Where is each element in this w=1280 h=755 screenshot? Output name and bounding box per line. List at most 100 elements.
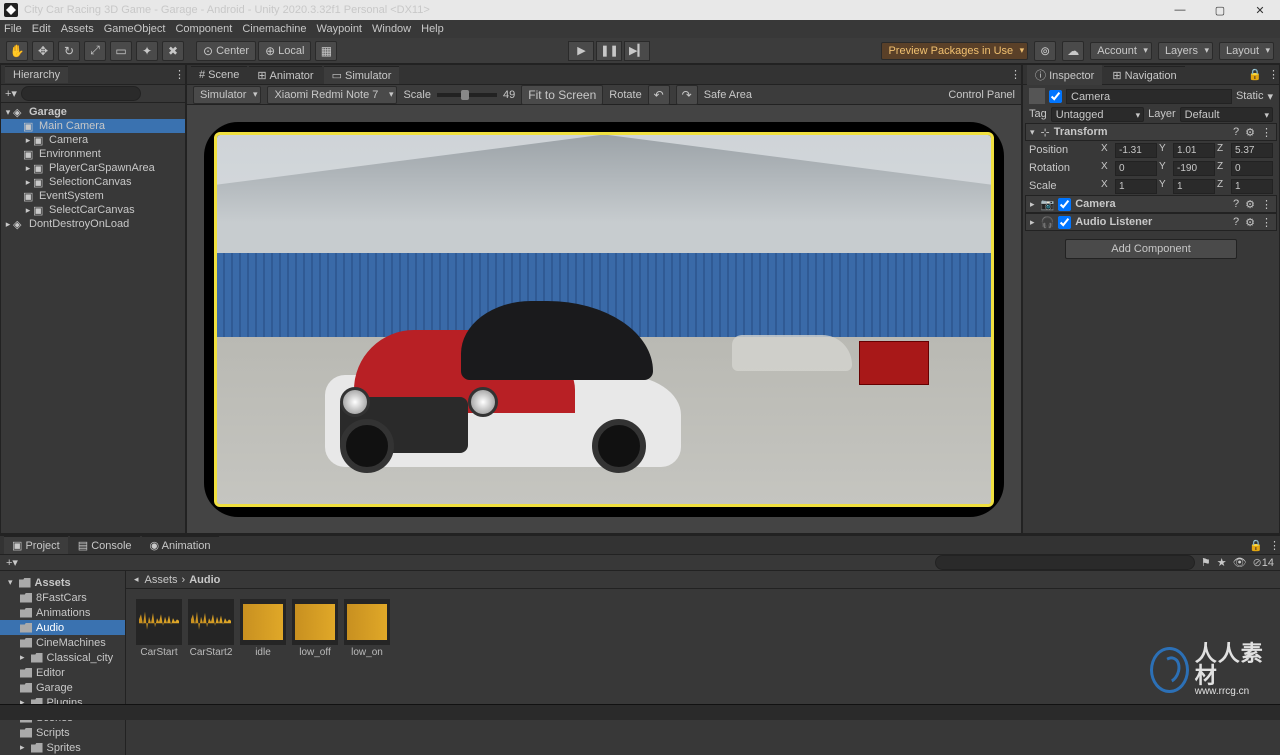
collab-icon[interactable]: ⊚ xyxy=(1034,41,1056,61)
hierarchy-item[interactable]: Environment xyxy=(39,148,101,160)
hierarchy-item[interactable]: PlayerCarSpawnArea xyxy=(49,162,155,174)
project-tab[interactable]: ▣ Project xyxy=(4,536,68,554)
rot-z[interactable]: 0 xyxy=(1231,161,1273,176)
layer-dropdown[interactable]: Default xyxy=(1180,107,1273,122)
folder-item[interactable]: Editor xyxy=(36,667,65,679)
folder-item[interactable]: Audio xyxy=(36,622,64,634)
inspector-tab[interactable]: ⓘ Inspector xyxy=(1027,64,1102,85)
hierarchy-search[interactable] xyxy=(21,86,141,101)
help-icon[interactable]: ? xyxy=(1233,126,1239,139)
filter-icon[interactable]: ⚑ xyxy=(1201,556,1211,569)
panel-menu-icon[interactable]: ⋮ xyxy=(1268,68,1279,81)
project-folders[interactable]: ▾Assets 8FastCars Animations Audio CineM… xyxy=(0,571,126,755)
audio-listener-component[interactable]: Audio Listener xyxy=(1075,216,1152,228)
asset-item[interactable]: low_off xyxy=(292,599,338,745)
folder-item[interactable]: Garage xyxy=(36,682,73,694)
menu-edit[interactable]: Edit xyxy=(32,23,51,35)
close-button[interactable]: ✕ xyxy=(1240,0,1280,20)
panel-menu-icon[interactable]: ⋮ xyxy=(1010,68,1021,81)
asset-item[interactable]: CarStart xyxy=(136,599,182,745)
pause-button[interactable]: ❚❚ xyxy=(596,41,622,61)
control-panel-button[interactable]: Control Panel xyxy=(948,89,1015,101)
menu-icon[interactable]: ⋮ xyxy=(1261,198,1272,211)
tab-simulator[interactable]: ▭Simulator xyxy=(324,66,400,84)
asset-grid[interactable]: CarStart CarStart2 idle low_off low_on xyxy=(126,589,1280,755)
breadcrumb-item[interactable]: Assets xyxy=(145,574,178,586)
device-dropdown[interactable]: Xiaomi Redmi Note 7 xyxy=(267,86,397,104)
panel-menu-icon[interactable]: ⋮ xyxy=(174,68,185,81)
cloud-icon[interactable]: ☁ xyxy=(1062,41,1084,61)
object-name-field[interactable]: Camera xyxy=(1066,89,1232,104)
favorite-icon[interactable]: ★ xyxy=(1217,556,1227,569)
layers-dropdown[interactable]: Layers xyxy=(1158,42,1213,60)
rotate-cw-icon[interactable]: ↷ xyxy=(676,85,698,105)
play-button[interactable]: ▶ xyxy=(568,41,594,61)
preset-icon[interactable]: ⚙ xyxy=(1245,216,1255,229)
transform-component[interactable]: Transform xyxy=(1054,126,1108,138)
layout-dropdown[interactable]: Layout xyxy=(1219,42,1274,60)
custom-tool-icon[interactable]: ✖ xyxy=(162,41,184,61)
space-toggle[interactable]: ⊕Local xyxy=(258,41,311,61)
hidden-icon[interactable]: 👁 xyxy=(1233,556,1247,569)
account-dropdown[interactable]: Account xyxy=(1090,42,1152,60)
audio-enabled-checkbox[interactable] xyxy=(1058,216,1071,229)
folder-item[interactable]: Animations xyxy=(36,607,90,619)
hierarchy-tab[interactable]: Hierarchy xyxy=(5,66,68,83)
breadcrumb-item[interactable]: Audio xyxy=(189,574,220,586)
help-icon[interactable]: ? xyxy=(1233,216,1239,229)
menu-file[interactable]: File xyxy=(4,23,22,35)
create-dropdown-icon[interactable]: +▾ xyxy=(5,87,17,100)
pivot-toggle[interactable]: ⊙Center xyxy=(196,41,256,61)
tab-scene[interactable]: #Scene xyxy=(191,66,247,83)
active-checkbox[interactable] xyxy=(1049,90,1062,103)
tab-animator[interactable]: ⊞Animator xyxy=(249,66,321,84)
safe-area-toggle[interactable]: Safe Area xyxy=(704,89,752,101)
rotate-tool-icon[interactable]: ↻ xyxy=(58,41,80,61)
folder-item[interactable]: Scripts xyxy=(36,727,70,739)
menu-window[interactable]: Window xyxy=(372,23,411,35)
asset-item[interactable]: idle xyxy=(240,599,286,745)
scale-tool-icon[interactable]: ⤢ xyxy=(84,41,106,61)
console-tab[interactable]: ▤ Console xyxy=(70,536,140,554)
rot-y[interactable]: -190 xyxy=(1173,161,1215,176)
folder-item[interactable]: Sprites xyxy=(47,742,81,754)
snap-toggle[interactable]: ▦ xyxy=(315,41,337,61)
menu-icon[interactable]: ⋮ xyxy=(1261,216,1272,229)
pos-z[interactable]: 5.37 xyxy=(1231,143,1273,158)
simulator-mode-dropdown[interactable]: Simulator xyxy=(193,86,261,104)
step-button[interactable]: ▶▎ xyxy=(624,41,650,61)
scl-x[interactable]: 1 xyxy=(1115,179,1157,194)
menu-icon[interactable]: ⋮ xyxy=(1261,126,1272,139)
folder-item[interactable]: 8FastCars xyxy=(36,592,87,604)
create-dropdown-icon[interactable]: +▾ xyxy=(6,556,18,569)
assets-root[interactable]: Assets xyxy=(35,577,71,589)
menu-waypoint[interactable]: Waypoint xyxy=(317,23,362,35)
maximize-button[interactable]: ▢ xyxy=(1200,0,1240,20)
asset-item[interactable]: low_on xyxy=(344,599,390,745)
scene-root[interactable]: Garage xyxy=(29,106,67,118)
hand-tool-icon[interactable]: ✋ xyxy=(6,41,28,61)
menu-cinemachine[interactable]: Cinemachine xyxy=(242,23,306,35)
camera-component[interactable]: Camera xyxy=(1075,198,1115,210)
hierarchy-item[interactable]: Main Camera xyxy=(39,120,105,132)
menu-component[interactable]: Component xyxy=(175,23,232,35)
panel-menu-icon[interactable]: ⋮ xyxy=(1269,539,1280,552)
tag-dropdown[interactable]: Untagged xyxy=(1051,107,1144,122)
scl-z[interactable]: 1 xyxy=(1231,179,1273,194)
menu-help[interactable]: Help xyxy=(421,23,444,35)
fit-to-screen-button[interactable]: Fit to Screen xyxy=(521,85,603,105)
preset-icon[interactable]: ⚙ xyxy=(1245,126,1255,139)
menu-assets[interactable]: Assets xyxy=(61,23,94,35)
folder-item[interactable]: Classical_city xyxy=(47,652,114,664)
camera-enabled-checkbox[interactable] xyxy=(1058,198,1071,211)
animation-tab[interactable]: ◉ Animation xyxy=(142,536,219,554)
move-tool-icon[interactable]: ✥ xyxy=(32,41,54,61)
pos-x[interactable]: -1.31 xyxy=(1115,143,1157,158)
add-component-button[interactable]: Add Component xyxy=(1065,239,1237,259)
transform-tool-icon[interactable]: ✦ xyxy=(136,41,158,61)
help-icon[interactable]: ? xyxy=(1233,198,1239,211)
rot-x[interactable]: 0 xyxy=(1115,161,1157,176)
lock-icon[interactable]: 🔒 xyxy=(1249,539,1263,552)
preview-packages-dropdown[interactable]: Preview Packages in Use xyxy=(881,42,1028,60)
minimize-button[interactable]: — xyxy=(1160,0,1200,20)
